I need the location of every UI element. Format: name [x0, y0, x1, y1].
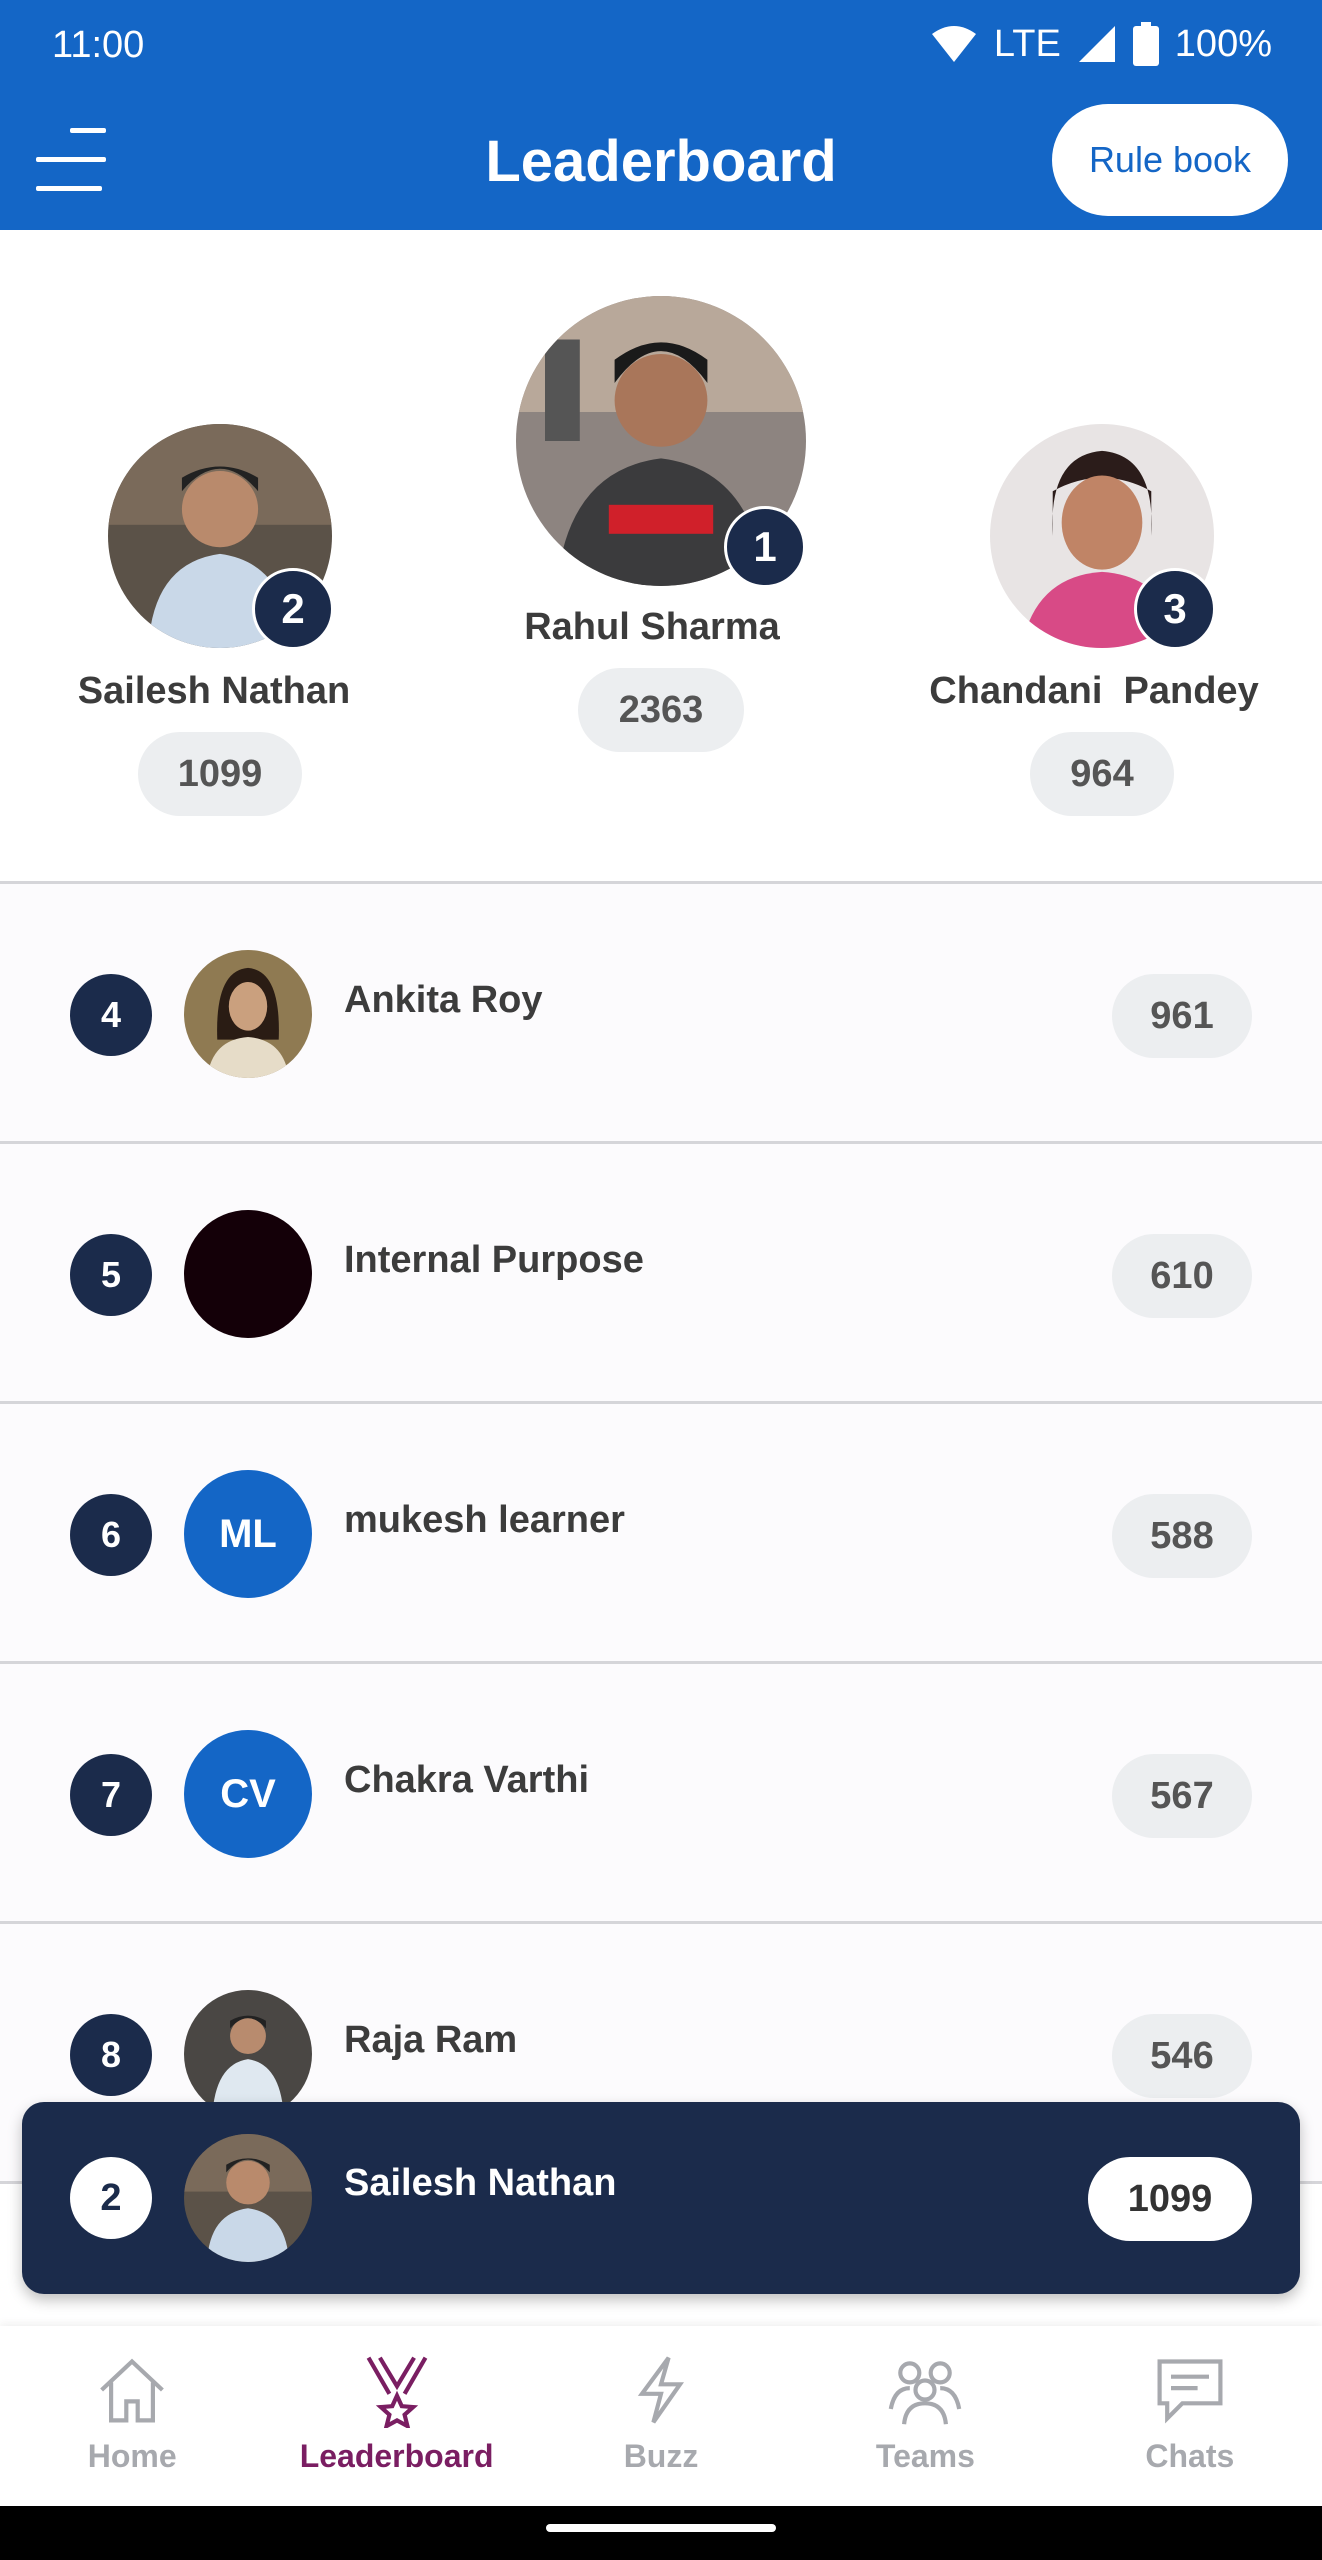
people-icon — [889, 2361, 962, 2425]
podium-score-3: 964 — [1030, 732, 1174, 816]
score-pill: 567 — [1112, 1754, 1252, 1838]
my-score-pill: 1099 — [1088, 2157, 1252, 2241]
nav-teams[interactable]: Teams — [793, 2326, 1057, 2506]
nav-label: Buzz — [623, 2438, 699, 2474]
nav-label: Teams — [875, 2438, 975, 2474]
my-rank-badge: 2 — [70, 2157, 152, 2239]
nav-home[interactable]: Home — [0, 2326, 264, 2506]
medal-icon — [366, 2356, 427, 2428]
status-time: 11:00 — [52, 24, 145, 66]
my-rank-card[interactable]: 2 Sailesh Nathan 1099 — [22, 2102, 1300, 2294]
avatar — [184, 950, 312, 1078]
user-name: Internal Purpose — [344, 1239, 644, 1281]
battery-icon — [1132, 22, 1159, 66]
list-row[interactable]: 4 Ankita Roy 961 — [0, 884, 1322, 1144]
rank-badge: 8 — [70, 2014, 152, 2096]
user-name: Chakra Varthi — [344, 1759, 589, 1801]
lightning-icon — [637, 2356, 685, 2424]
score-pill: 588 — [1112, 1494, 1252, 1578]
network-type: LTE — [993, 22, 1061, 65]
list-row[interactable]: 7 CV Chakra Varthi 567 — [0, 1664, 1322, 1924]
rank-badge: 4 — [70, 974, 152, 1056]
podium-name-3: Chandani Pandey — [929, 670, 1259, 712]
initials-avatar: CV — [184, 1730, 312, 1858]
user-name: Ankita Roy — [344, 979, 543, 1021]
my-name: Sailesh Nathan — [344, 2162, 617, 2204]
nav-chats[interactable]: Chats — [1058, 2326, 1322, 2506]
rank-badge: 5 — [70, 1234, 152, 1316]
battery-level: 100% — [1174, 22, 1272, 65]
status-icons: LTE 100% — [930, 22, 1272, 66]
avatar — [184, 1990, 312, 2118]
score-pill: 610 — [1112, 1234, 1252, 1318]
nav-label: Leaderboard — [299, 2438, 494, 2474]
list-row[interactable]: 5 Internal Purpose 610 — [0, 1144, 1322, 1404]
bottom-navigation: Home Leaderboard Buzz Teams Chats — [0, 2326, 1322, 2506]
user-name: mukesh learner — [344, 1499, 625, 1541]
score-pill: 961 — [1112, 974, 1252, 1058]
rule-book-button[interactable]: Rule book — [1052, 104, 1288, 216]
podium-rank-badge-1: 1 — [724, 506, 806, 588]
avatar — [184, 1210, 312, 1338]
system-gesture-bar — [0, 2506, 1322, 2560]
nav-leaderboard[interactable]: Leaderboard — [264, 2326, 528, 2506]
home-indicator[interactable] — [546, 2524, 776, 2532]
initials-avatar: ML — [184, 1470, 312, 1598]
podium-rank-badge-2: 2 — [252, 568, 334, 650]
podium-score-2: 1099 — [138, 732, 302, 816]
app-header: 11:00 LTE 100% Leaderboard Rule book — [0, 0, 1322, 230]
nav-buzz[interactable]: Buzz — [529, 2326, 793, 2506]
home-icon — [100, 2358, 165, 2423]
my-avatar — [184, 2134, 312, 2262]
user-name: Raja Ram — [344, 2019, 518, 2061]
podium-name-2: Sailesh Nathan — [77, 670, 351, 712]
podium-score-1: 2363 — [578, 668, 744, 752]
rank-badge: 6 — [70, 1494, 152, 1576]
chat-icon — [1157, 2359, 1223, 2424]
rank-badge: 7 — [70, 1754, 152, 1836]
nav-label: Home — [87, 2438, 177, 2474]
list-row[interactable]: 6 ML mukesh learner 588 — [0, 1404, 1322, 1664]
signal-icon — [1078, 26, 1115, 62]
wifi-icon — [931, 26, 976, 62]
score-pill: 546 — [1112, 2014, 1252, 2098]
podium-name-1: Rahul Sharma — [524, 606, 780, 648]
nav-label: Chats — [1145, 2438, 1235, 2474]
podium-rank-badge-3: 3 — [1134, 568, 1216, 650]
podium: 2 Sailesh Nathan 1099 1 Rahul Sharma 236… — [0, 230, 1322, 884]
